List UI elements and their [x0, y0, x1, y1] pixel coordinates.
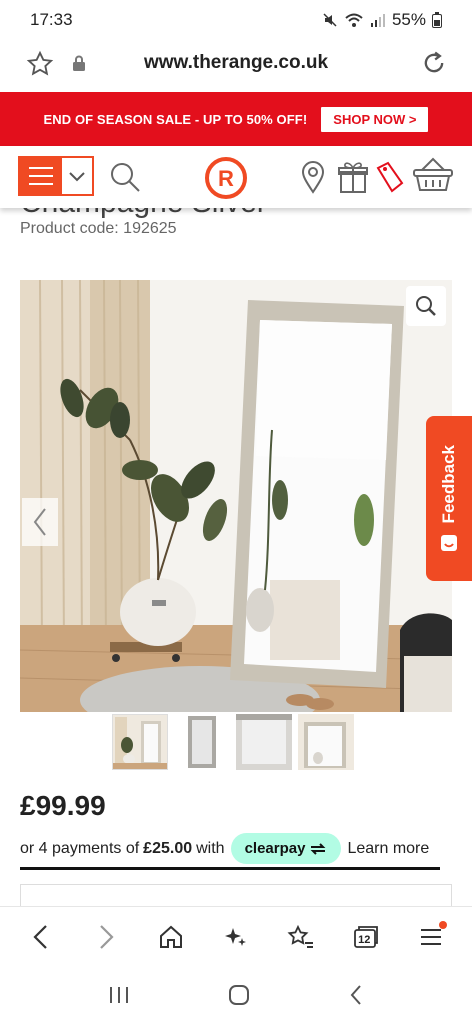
prev-image-button[interactable]: [22, 498, 58, 546]
product-image[interactable]: [20, 280, 452, 712]
learn-more-link[interactable]: Learn more: [347, 840, 429, 858]
offers-tag-icon[interactable]: [374, 160, 404, 194]
tabs-count: 12: [358, 933, 371, 946]
thumbnail-2[interactable]: [174, 714, 230, 770]
clearpay-row: or 4 payments of £25.00 with clearpay Le…: [20, 830, 440, 870]
promo-text: END OF SEASON SALE - UP TO 50% OFF!: [43, 111, 308, 127]
feedback-tab[interactable]: Feedback: [426, 416, 472, 581]
search-icon[interactable]: [108, 160, 142, 194]
the-range-logo-icon[interactable]: R: [204, 156, 248, 200]
forward-icon[interactable]: [86, 917, 126, 957]
clearpay-arrows-icon: [311, 842, 326, 855]
clearpay-prefix: or 4 payments of: [20, 839, 140, 857]
wifi-icon: [345, 13, 363, 27]
back-icon[interactable]: [21, 917, 61, 957]
home-icon[interactable]: [151, 917, 191, 957]
product-code: Product code: 192625: [20, 220, 177, 237]
menu-button[interactable]: [18, 156, 94, 196]
browser-menu-icon[interactable]: [411, 917, 451, 957]
home-button-icon[interactable]: [227, 983, 251, 1007]
basket-icon[interactable]: [412, 156, 454, 194]
chevron-left-icon[interactable]: [32, 507, 48, 537]
site-header: R: [0, 146, 472, 208]
gift-icon[interactable]: [338, 160, 368, 194]
bookmarks-icon[interactable]: [281, 917, 321, 957]
clearpay-with: with: [196, 839, 225, 857]
magnify-icon[interactable]: [415, 295, 437, 317]
hamburger-icon[interactable]: [20, 158, 62, 194]
signal-icon: [370, 14, 385, 27]
zoom-button[interactable]: [406, 286, 446, 326]
chevron-down-icon[interactable]: [62, 158, 92, 194]
clearpay-amount: £25.00: [143, 839, 193, 857]
reload-icon[interactable]: [420, 49, 448, 77]
tabs-icon[interactable]: 12: [346, 917, 386, 957]
browser-url-bar: www.therange.co.uk: [0, 40, 472, 90]
status-bar: 17:33 55%: [0, 0, 472, 40]
shop-now-button[interactable]: SHOP NOW >: [321, 106, 429, 132]
url-text[interactable]: www.therange.co.uk: [0, 52, 472, 74]
promo-banner: END OF SEASON SALE - UP TO 50% OFF! SHOP…: [0, 92, 472, 146]
thumbnail-strip: [112, 714, 354, 770]
clearpay-badge[interactable]: clearpay: [230, 833, 342, 864]
thumbnail-1[interactable]: [112, 714, 168, 770]
product-price: £99.99: [20, 790, 106, 821]
feedback-smile-icon: [441, 534, 457, 551]
system-back-icon[interactable]: [348, 983, 364, 1007]
status-time: 17:33: [30, 10, 73, 29]
battery-icon: [432, 12, 442, 28]
store-locator-icon[interactable]: [300, 160, 326, 194]
notification-dot: [439, 920, 448, 929]
thumbnail-4[interactable]: [298, 714, 354, 770]
battery-percent: 55%: [391, 10, 426, 29]
mute-icon: [323, 13, 337, 27]
feedback-label[interactable]: Feedback: [439, 445, 459, 523]
clearpay-brand: clearpay: [244, 840, 306, 857]
browser-toolbar: 12: [0, 906, 472, 966]
svg-text:R: R: [218, 166, 234, 191]
sparkle-icon[interactable]: [216, 917, 256, 957]
thumbnail-3[interactable]: [236, 714, 292, 770]
recent-apps-icon[interactable]: [108, 985, 130, 1005]
system-navigation-bar: [0, 966, 472, 1024]
